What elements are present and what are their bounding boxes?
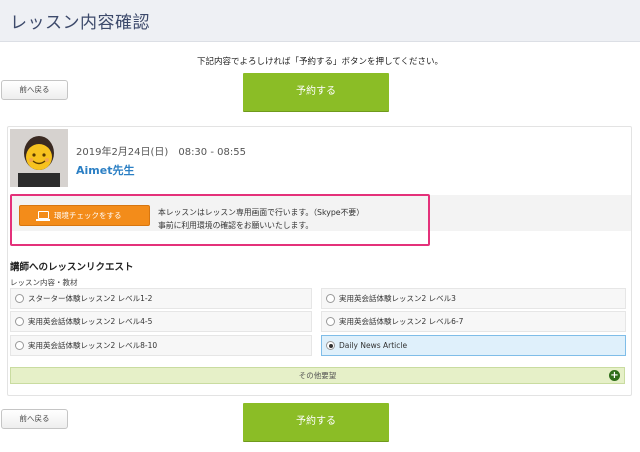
plus-circle-icon: + xyxy=(609,370,620,381)
other-requests-toggle[interactable]: その他要望 + xyxy=(10,367,625,384)
teacher-name-link[interactable]: Aimet先生 xyxy=(76,162,134,178)
page-title: レッスン内容確認 xyxy=(10,13,150,33)
radio-icon xyxy=(15,317,24,326)
lesson-card: 2019年2月24日(日) 08:30 - 08:55 Aimet先生 環境チェ… xyxy=(7,126,632,396)
option-practical-8-10[interactable]: 実用英会話体験レッスン2 レベル8-10 xyxy=(10,335,312,356)
lesson-datetime: 2019年2月24日(日) 08:30 - 08:55 xyxy=(76,147,246,158)
option-practical-4-5[interactable]: 実用英会話体験レッスン2 レベル4-5 xyxy=(10,311,312,332)
option-starter-1-2[interactable]: スターター体験レッスン2 レベル1-2 xyxy=(10,288,312,309)
back-button-bottom[interactable]: 前へ戻る xyxy=(1,409,68,429)
option-label: 実用英会話体験レッスン2 レベル6-7 xyxy=(339,317,464,326)
radio-icon xyxy=(326,317,335,326)
option-label: 実用英会話体験レッスン2 レベル4-5 xyxy=(28,317,153,326)
other-requests-label: その他要望 xyxy=(298,371,337,380)
radio-icon xyxy=(15,294,24,303)
back-button-top[interactable]: 前へ戻る xyxy=(1,80,68,100)
page-header: レッスン内容確認 xyxy=(0,0,640,42)
option-label: 実用英会話体験レッスン2 レベル8-10 xyxy=(28,341,158,350)
option-label: Daily News Article xyxy=(339,341,408,350)
reserve-button-top[interactable]: 予約する xyxy=(243,73,389,111)
option-label: スターター体験レッスン2 レベル1-2 xyxy=(28,294,153,303)
option-daily-news-selected[interactable]: Daily News Article xyxy=(321,335,626,356)
option-practical-3[interactable]: 実用英会話体験レッスン2 レベル3 xyxy=(321,288,626,309)
reserve-button-bottom[interactable]: 予約する xyxy=(243,403,389,441)
radio-icon xyxy=(326,294,335,303)
option-practical-6-7[interactable]: 実用英会話体験レッスン2 レベル6-7 xyxy=(321,311,626,332)
instruction-text: 下記内容でよろしければ「予約する」ボタンを押してください。 xyxy=(197,57,443,67)
option-label: 実用英会話体験レッスン2 レベル3 xyxy=(339,294,456,303)
request-title: 講師へのレッスンリクエスト xyxy=(10,262,134,273)
radio-selected-icon xyxy=(326,341,335,350)
teacher-avatar[interactable] xyxy=(10,129,68,187)
highlight-frame xyxy=(10,194,430,246)
radio-icon xyxy=(15,341,24,350)
material-label: レッスン内容・教材 xyxy=(10,278,78,287)
